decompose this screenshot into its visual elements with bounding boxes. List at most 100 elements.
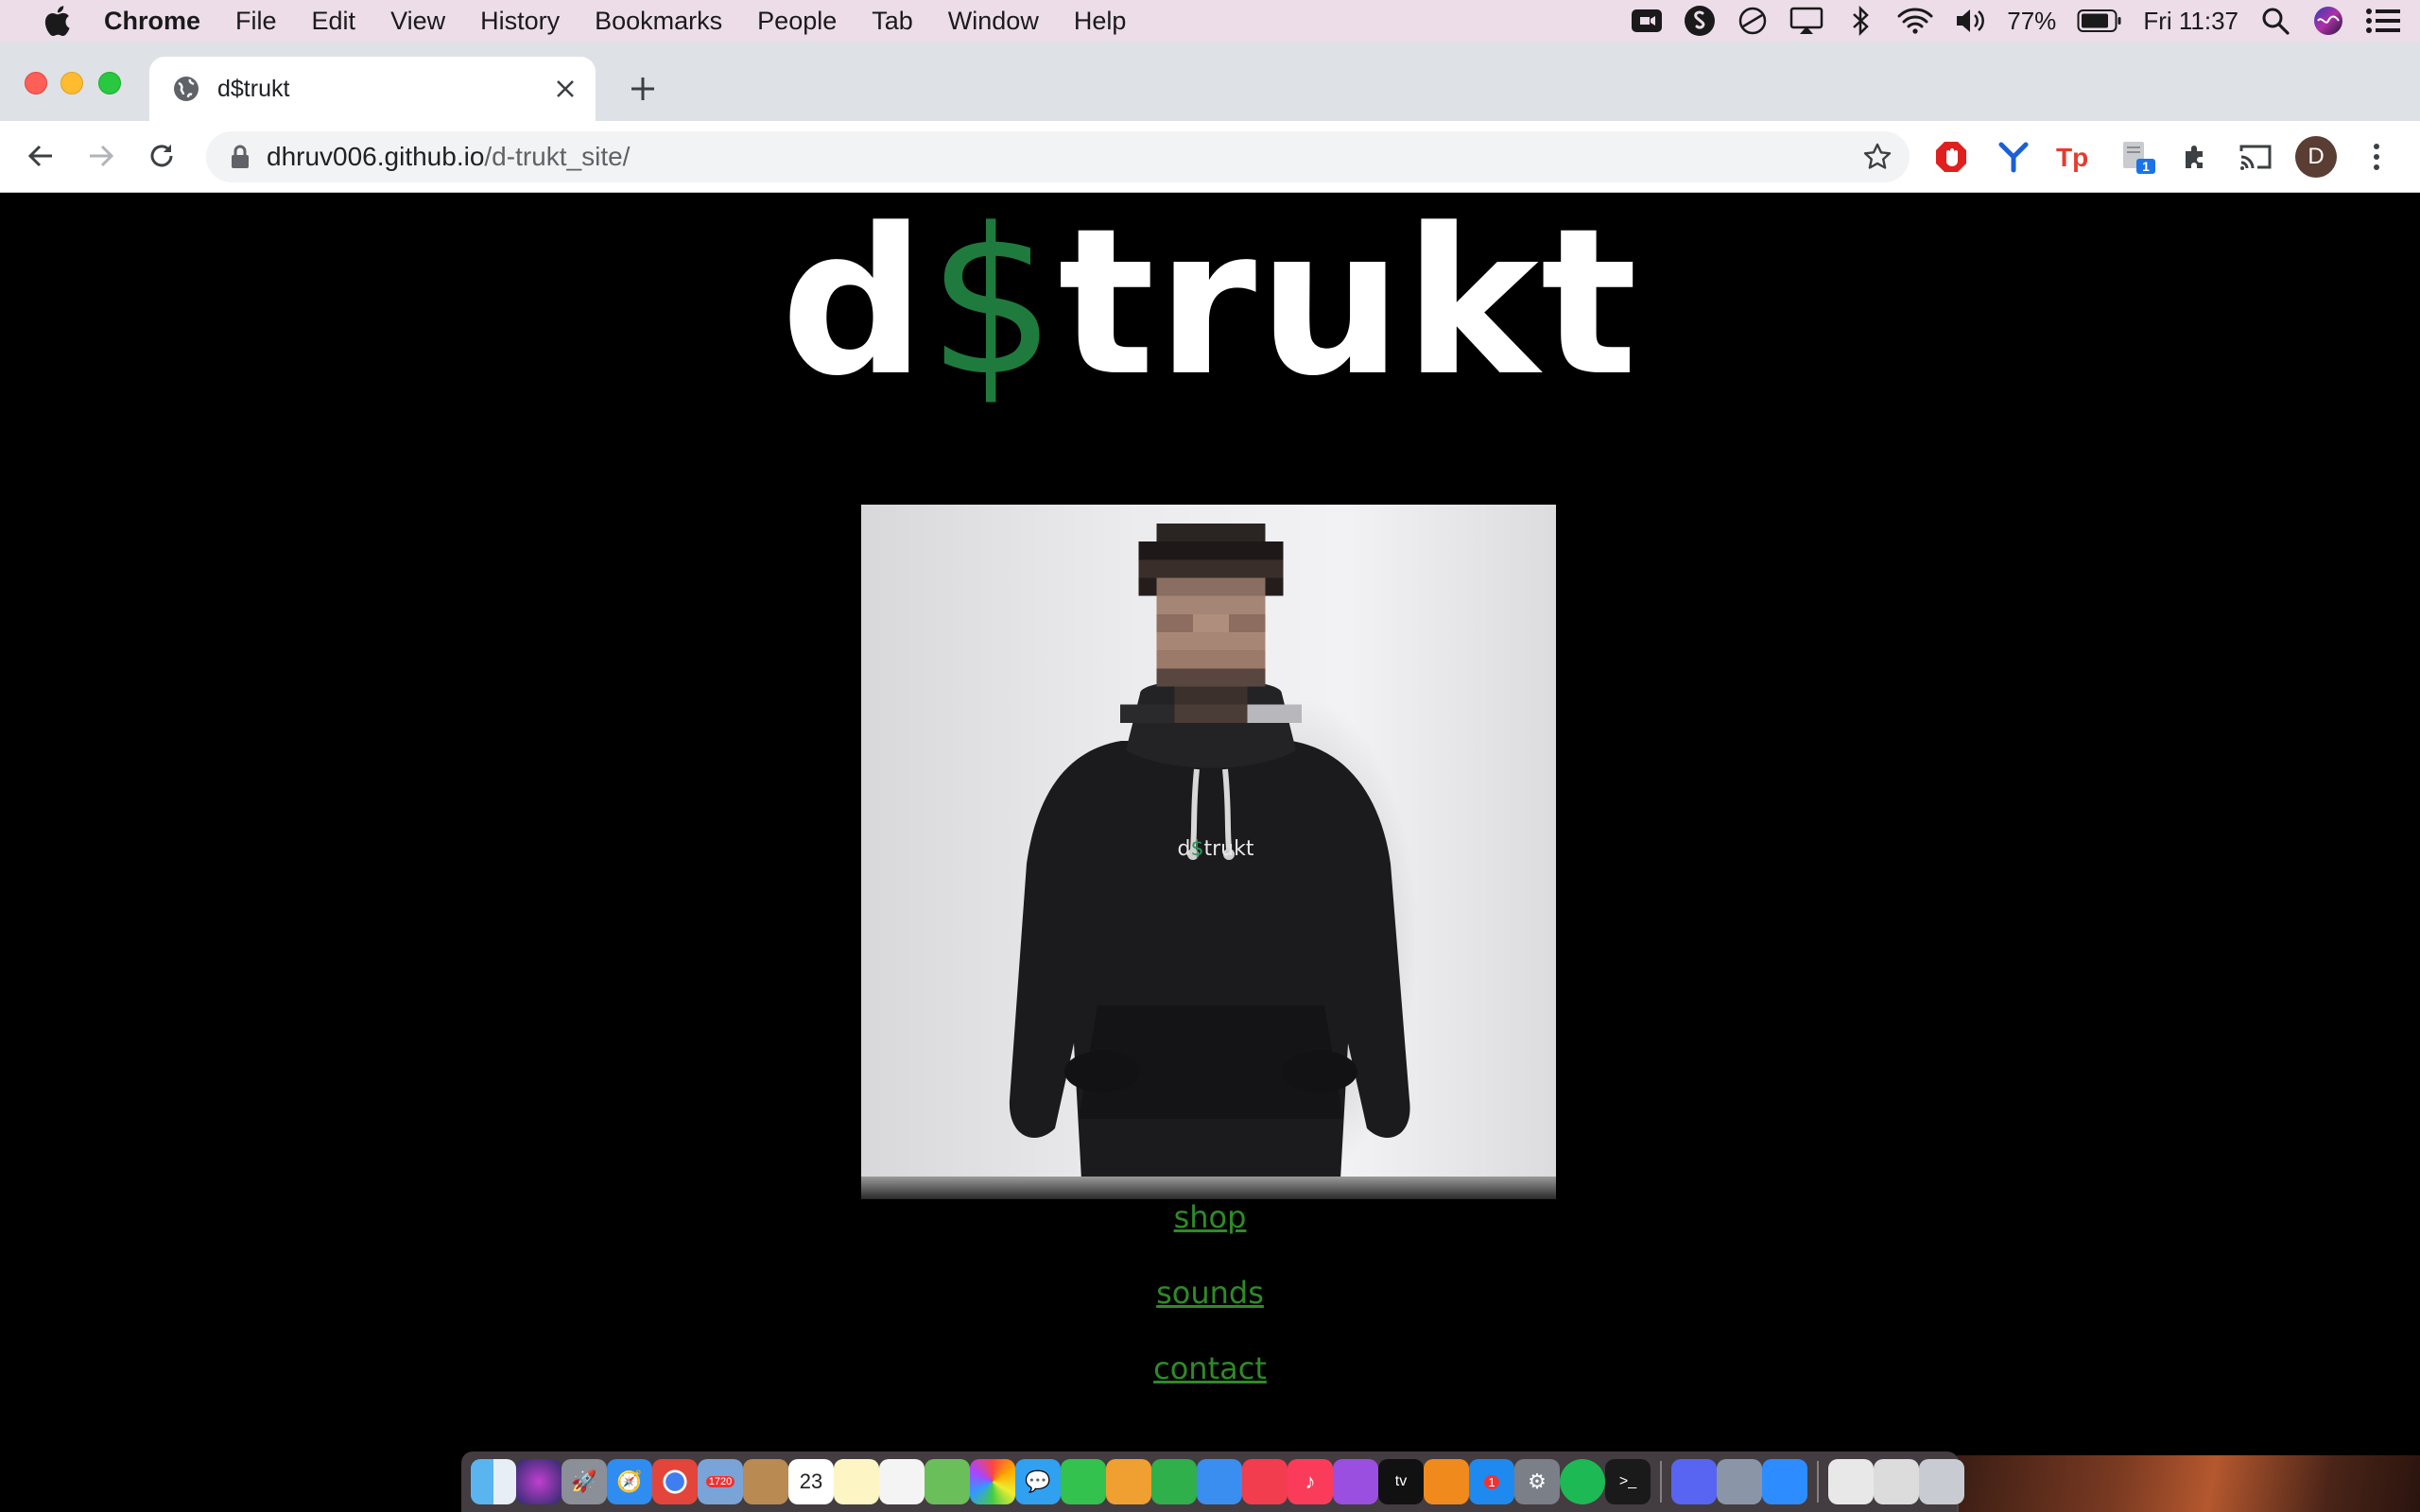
profile-avatar[interactable]: D xyxy=(2295,136,2337,178)
window-minimize-button[interactable] xyxy=(60,72,83,94)
documents-stack-icon[interactable] xyxy=(1874,1459,1919,1504)
terminal-icon[interactable]: >_ xyxy=(1605,1459,1651,1504)
do-not-disturb-icon[interactable] xyxy=(1737,0,1769,42)
notification-center-icon[interactable] xyxy=(2365,0,2401,42)
wifi-icon[interactable] xyxy=(1897,0,1933,42)
tv-label: tv xyxy=(1394,1473,1408,1489)
appstore-badge: 1 xyxy=(1484,1474,1499,1489)
spotify-icon[interactable] xyxy=(1560,1459,1605,1504)
pages-icon[interactable] xyxy=(1106,1459,1151,1504)
photos-icon[interactable] xyxy=(970,1459,1015,1504)
menubar-clock[interactable]: Fri 11:37 xyxy=(2143,7,2238,36)
address-bar[interactable]: dhruv006.github.io/d-trukt_site/ xyxy=(206,131,1910,182)
music-icon[interactable]: ♪ xyxy=(1288,1459,1333,1504)
battery-icon[interactable] xyxy=(2077,0,2122,42)
notes-icon[interactable] xyxy=(834,1459,879,1504)
preview-icon[interactable] xyxy=(1717,1459,1762,1504)
address-bar-url: dhruv006.github.io/d-trukt_site/ xyxy=(267,142,630,172)
menu-app-chrome[interactable]: Chrome xyxy=(104,7,200,36)
airplay-icon[interactable] xyxy=(1789,0,1824,42)
numbers-icon[interactable] xyxy=(1151,1459,1197,1504)
keynote-icon[interactable] xyxy=(1197,1459,1242,1504)
back-arrow-icon[interactable] xyxy=(19,134,62,178)
reminders-icon[interactable] xyxy=(879,1459,925,1504)
print-suffix: trukt xyxy=(1203,837,1254,861)
hoodie-figure xyxy=(1009,684,1410,1199)
siri-icon[interactable] xyxy=(2312,0,2344,42)
menubar-status-area: 77% Fri 11:37 xyxy=(1631,0,2401,42)
system-preferences-icon[interactable]: ⚙ xyxy=(1514,1459,1560,1504)
lock-icon[interactable] xyxy=(227,144,253,170)
shop-link[interactable]: shop xyxy=(0,1198,2420,1236)
window-close-button[interactable] xyxy=(25,72,47,94)
shazam-icon[interactable] xyxy=(1684,0,1716,42)
discord-icon[interactable] xyxy=(1671,1459,1717,1504)
news-icon[interactable] xyxy=(1242,1459,1288,1504)
menu-history[interactable]: History xyxy=(480,7,560,36)
print-prefix: d xyxy=(1177,837,1191,861)
facetime-icon[interactable] xyxy=(1061,1459,1106,1504)
page-viewport: d$trukt d$trukt shop sounds contact xyxy=(0,193,2420,1455)
tab-title: d$trukt xyxy=(217,75,290,102)
window-zoom-button[interactable] xyxy=(98,72,121,94)
adblock-extension-icon[interactable] xyxy=(1930,136,1972,178)
downloads-stack-icon[interactable] xyxy=(1828,1459,1874,1504)
clipboard-extension-icon[interactable]: 1 xyxy=(2118,136,2159,178)
maps-icon[interactable] xyxy=(925,1459,970,1504)
chrome-menu-kebab-icon[interactable] xyxy=(2356,136,2397,178)
menu-file[interactable]: File xyxy=(235,7,277,36)
reload-icon[interactable] xyxy=(140,134,183,178)
logo-suffix: trukt xyxy=(1058,185,1640,421)
podcasts-icon[interactable] xyxy=(1333,1459,1378,1504)
menu-people[interactable]: People xyxy=(757,7,837,36)
mail-badge: 1720 xyxy=(705,1476,735,1487)
mail-icon[interactable]: 1720 xyxy=(698,1459,743,1504)
globe-icon xyxy=(172,75,200,103)
hoodie-logo-print: d$trukt xyxy=(1173,837,1258,861)
site-logo[interactable]: d$trukt xyxy=(0,195,2420,412)
calendar-day: 23 xyxy=(799,1469,823,1493)
new-tab-button[interactable] xyxy=(624,70,662,108)
apple-menu-icon[interactable] xyxy=(38,2,76,40)
volume-icon[interactable] xyxy=(1954,0,1986,42)
svg-text:Tp: Tp xyxy=(2056,143,2088,172)
menu-bookmarks[interactable]: Bookmarks xyxy=(595,7,722,36)
menu-tab[interactable]: Tab xyxy=(872,7,913,36)
browser-tab-active[interactable]: d$trukt xyxy=(149,57,596,121)
sounds-link[interactable]: sounds xyxy=(0,1274,2420,1312)
contact-link[interactable]: contact xyxy=(0,1349,2420,1387)
menu-help[interactable]: Help xyxy=(1074,7,1127,36)
launchpad-icon[interactable]: 🚀 xyxy=(562,1459,607,1504)
menu-window[interactable]: Window xyxy=(948,7,1039,36)
app-store-icon[interactable]: 1 xyxy=(1469,1459,1514,1504)
tp-extension-icon[interactable]: Tp xyxy=(2053,136,2095,178)
dock-separator-2 xyxy=(1817,1461,1819,1503)
chrome-dock-icon[interactable] xyxy=(652,1459,698,1504)
messages-icon[interactable]: 💬 xyxy=(1015,1459,1061,1504)
books-icon[interactable] xyxy=(1424,1459,1469,1504)
contacts-icon[interactable] xyxy=(743,1459,788,1504)
zoom-icon[interactable] xyxy=(1762,1459,1807,1504)
cast-icon[interactable] xyxy=(2235,136,2276,178)
menu-view[interactable]: View xyxy=(390,7,445,36)
hero-photo: d$trukt xyxy=(861,505,1556,1199)
trash-icon[interactable] xyxy=(1919,1459,1964,1504)
site-nav-links: shop sounds contact xyxy=(0,1198,2420,1425)
tv-icon[interactable]: tv xyxy=(1378,1459,1424,1504)
bookmark-star-icon[interactable] xyxy=(1860,140,1894,174)
bluetooth-icon[interactable] xyxy=(1844,0,1876,42)
screen-recorder-icon[interactable] xyxy=(1631,0,1663,42)
spotlight-search-icon[interactable] xyxy=(2259,0,2291,42)
finder-icon[interactable] xyxy=(471,1459,516,1504)
extensions-puzzle-icon[interactable] xyxy=(2174,136,2216,178)
siri-dock-icon[interactable] xyxy=(516,1459,562,1504)
tab-close-icon[interactable] xyxy=(546,70,584,108)
forward-arrow-icon[interactable] xyxy=(79,134,123,178)
calendar-icon[interactable]: 23 xyxy=(788,1459,834,1504)
browser-tab-strip: d$trukt xyxy=(0,42,2420,121)
url-path: /d-trukt_site/ xyxy=(484,142,631,171)
print-dollar: $ xyxy=(1190,837,1204,861)
menu-edit[interactable]: Edit xyxy=(312,7,356,36)
safari-icon[interactable]: 🧭 xyxy=(607,1459,652,1504)
honey-extension-icon[interactable] xyxy=(1993,136,2034,178)
